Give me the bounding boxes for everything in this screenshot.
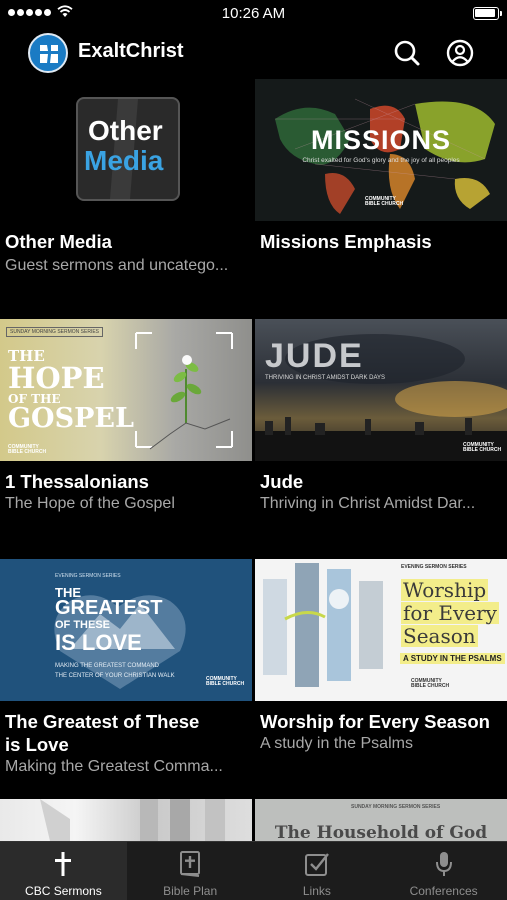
series-subtitle: Thriving in Christ Amidst Dar...: [260, 495, 476, 512]
thumb-text: MISSIONS: [310, 125, 452, 155]
status-bar: 10:26 AM: [0, 0, 507, 28]
series-title: Jude: [260, 471, 304, 492]
search-button[interactable]: [392, 38, 422, 68]
tab-label: CBC Sermons: [25, 884, 102, 898]
series-subtitle: Making the Greatest Comma...: [5, 758, 223, 775]
tab-label: Bible Plan: [163, 884, 218, 898]
brand-line: BIBLE CHURCH: [206, 681, 245, 687]
thumb-text: The Household of God: [274, 823, 488, 841]
series-thumbnail: EVENING SERMON SERIES THE GREATEST OF TH…: [0, 559, 252, 701]
bible-icon: [180, 851, 201, 877]
church-brand: COMMUNITY BIBLE CHURCH: [365, 197, 403, 207]
series-thumbnail: JUDE THRIVING IN CHRIST AMIDST DARK DAYS…: [255, 319, 507, 461]
thumb-text: MAKING THE GREATEST COMMAND: [55, 663, 160, 669]
battery-icon: [473, 7, 502, 20]
pillars-graphic: [40, 799, 225, 841]
church-brand: COMMUNITY BIBLE CHURCH: [463, 443, 501, 453]
app-logo[interactable]: [28, 33, 68, 73]
brand-line: BIBLE CHURCH: [8, 449, 47, 455]
thumb-text: Season: [401, 624, 478, 648]
series-subtitle: A study in the Psalms: [260, 735, 413, 752]
series-tile-greatest-is-love[interactable]: EVENING SERMON SERIES THE GREATEST OF TH…: [0, 559, 252, 797]
series-tag: EVENING SERMON SERIES: [401, 564, 467, 570]
thumb-text: GREATEST: [55, 597, 163, 619]
app-title: ExaltChrist: [78, 40, 184, 62]
sermon-series-grid: Other Media Other Media Guest sermons an…: [0, 79, 507, 841]
brand-line: BIBLE CHURCH: [411, 683, 450, 689]
series-tile-other-media[interactable]: Other Media Other Media Guest sermons an…: [0, 79, 252, 317]
church-brand: COMMUNITY BIBLE CHURCH: [206, 677, 244, 687]
series-tile-household-of-god[interactable]: SUNDAY MORNING SERMON SERIES The Househo…: [255, 799, 507, 841]
user-account-icon: [446, 39, 474, 67]
series-thumbnail: SUNDAY MORNING SERMON SERIES THE HOPE OF…: [0, 319, 252, 461]
series-thumbnail: MISSIONS Christ exalted for God's glory …: [255, 79, 507, 221]
thumb-text: JUDE: [265, 337, 364, 375]
thumb-text: Other: [88, 115, 163, 146]
thumb-text: THE CENTER OF YOUR CHRISTIAN WALK: [55, 673, 175, 679]
cross-logo-icon: [40, 45, 58, 63]
series-title: Other Media: [5, 231, 112, 252]
profile-button[interactable]: [445, 38, 475, 68]
series-tile-1-thessalonians[interactable]: SUNDAY MORNING SERMON SERIES THE HOPE OF…: [0, 319, 252, 557]
bottom-tab-bar: CBC Sermons Bible Plan Links Conferences: [0, 841, 507, 900]
series-tile-worship-every-season[interactable]: EVENING SERMON SERIES Worship for Every …: [255, 559, 507, 797]
sprout-graphic: [135, 332, 233, 450]
series-tile-jude[interactable]: JUDE THRIVING IN CHRIST AMIDST DARK DAYS…: [255, 319, 507, 557]
app-header: ExaltChrist: [0, 28, 507, 78]
series-tag: SUNDAY MORNING SERMON SERIES: [351, 804, 441, 810]
seasons-strips-graphic: [263, 563, 383, 687]
brand-line: BIBLE CHURCH: [365, 201, 404, 207]
tab-label: Links: [302, 884, 331, 898]
series-subtitle: The Hope of the Gospel: [5, 495, 175, 512]
thumb-text: Christ exalted for God's glory and the j…: [302, 157, 460, 164]
series-thumbnail: EVENING SERMON SERIES Worship for Every …: [255, 559, 507, 701]
tab-conferences[interactable]: Conferences: [380, 842, 507, 900]
series-tag: EVENING SERMON SERIES: [55, 573, 121, 579]
tab-bible-plan[interactable]: Bible Plan: [127, 842, 254, 900]
cross-icon: [55, 852, 72, 876]
series-title: The Greatest of These is Love: [5, 711, 200, 755]
thumb-text: IS LOVE: [55, 630, 142, 655]
tab-label: Conferences: [409, 884, 478, 898]
brand-line: BIBLE CHURCH: [463, 447, 502, 453]
tab-links[interactable]: Links: [254, 842, 381, 900]
series-subtitle: Guest sermons and uncatego...: [5, 257, 229, 274]
series-title: Missions Emphasis: [260, 231, 432, 252]
thumb-text: for Every: [401, 601, 499, 625]
series-thumbnail: [0, 799, 252, 841]
series-tile-partial-pillars[interactable]: [0, 799, 252, 841]
tab-cbc-sermons[interactable]: CBC Sermons: [0, 842, 127, 900]
search-icon: [394, 40, 420, 66]
series-tile-missions[interactable]: MISSIONS Christ exalted for God's glory …: [255, 79, 507, 317]
status-time: 10:26 AM: [221, 5, 286, 22]
checkbox-icon: [304, 853, 329, 876]
thumb-text: A STUDY IN THE PSALMS: [400, 653, 505, 664]
thumb-text: THRIVING IN CHRIST AMIDST DARK DAYS: [265, 375, 386, 381]
church-brand: COMMUNITY BIBLE CHURCH: [411, 679, 449, 689]
series-thumbnail: Other Media: [0, 79, 252, 221]
thumb-text: Media: [84, 145, 164, 176]
series-title: 1 Thessalonians: [5, 471, 149, 492]
microphone-icon: [435, 852, 452, 876]
series-thumbnail: SUNDAY MORNING SERMON SERIES The Househo…: [255, 799, 507, 841]
series-title: Worship for Every Season: [260, 711, 490, 732]
thumb-text: Worship: [401, 578, 489, 602]
church-brand: COMMUNITY BIBLE CHURCH: [8, 445, 46, 455]
